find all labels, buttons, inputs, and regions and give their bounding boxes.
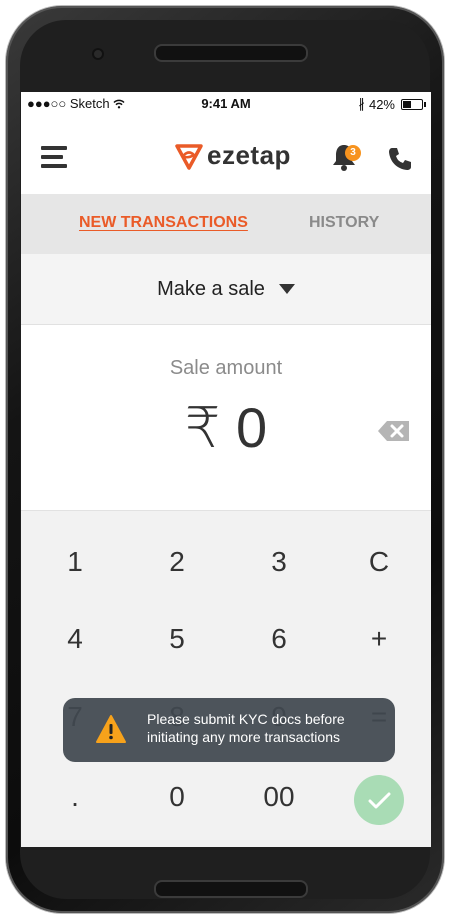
key-plus[interactable]: +: [339, 609, 419, 669]
notifications-button[interactable]: 3: [331, 142, 361, 174]
checkmark-icon: [368, 792, 391, 809]
speaker-grille-top: [154, 44, 308, 62]
sale-amount-value: ₹ 0: [184, 396, 268, 459]
sale-amount-label: Sale amount: [169, 357, 283, 379]
confirm-button[interactable]: [354, 775, 404, 825]
key-3[interactable]: 3: [239, 532, 319, 592]
sale-mode-label: Make a sale: [157, 277, 265, 300]
key-clear[interactable]: C: [339, 532, 419, 592]
status-right: ∦ 42%: [358, 96, 426, 112]
key-00[interactable]: 00: [239, 767, 319, 827]
backspace-icon: [378, 421, 409, 441]
bluetooth-icon: ∦: [358, 96, 365, 111]
key-4[interactable]: 4: [35, 609, 115, 669]
battery-icon: [401, 98, 426, 110]
app-header: ezetap 3: [21, 116, 431, 194]
app-screen: ●●●○○ Sketch 9:41 AM ∦ 42% ezetap 3 NEW …: [21, 92, 431, 847]
backspace-button[interactable]: [377, 420, 411, 442]
notification-badge: 3: [345, 145, 361, 161]
warning-icon: [96, 715, 126, 743]
status-bar: ●●●○○ Sketch 9:41 AM ∦ 42%: [21, 92, 431, 116]
amount-panel: Sale amount ₹ 0: [21, 325, 431, 510]
numeric-keypad: 1 2 3 C 4 5 6 + 7 8 9 = . 0 00: [21, 510, 431, 847]
battery-percent: 42%: [368, 96, 395, 112]
caret-down-icon: [278, 284, 295, 294]
transaction-tabs: NEW TRANSACTIONS HISTORY: [21, 194, 431, 254]
key-5[interactable]: 5: [137, 609, 217, 669]
brand-logo: ezetap: [175, 140, 291, 171]
sale-mode-dropdown[interactable]: Make a sale: [21, 254, 431, 325]
phone-icon: [389, 148, 411, 170]
hamburger-menu-icon[interactable]: [41, 146, 67, 168]
key-6[interactable]: 6: [239, 609, 319, 669]
home-bar: [154, 880, 308, 898]
key-0[interactable]: 0: [137, 767, 217, 827]
toast-message: Please submit KYC docs before initiating…: [147, 711, 345, 745]
key-1[interactable]: 1: [35, 532, 115, 592]
camera-icon: [92, 48, 104, 60]
call-button[interactable]: [387, 146, 413, 172]
tab-new-transactions[interactable]: NEW TRANSACTIONS: [79, 214, 248, 232]
tab-history[interactable]: HISTORY: [309, 214, 379, 232]
kyc-warning-toast: Please submit KYC docs before initiating…: [63, 698, 395, 762]
key-decimal[interactable]: .: [35, 767, 115, 827]
ezetap-logo-icon: [175, 143, 203, 170]
brand-name: ezetap: [207, 140, 291, 170]
key-2[interactable]: 2: [137, 532, 217, 592]
